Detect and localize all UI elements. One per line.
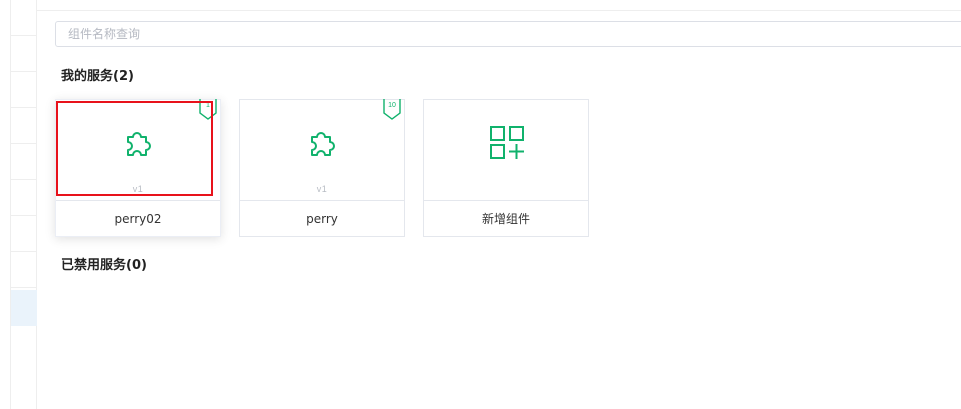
service-card-perry[interactable]: v1 10 perry: [239, 99, 405, 237]
badge-count: 10: [388, 102, 396, 109]
add-component-card[interactable]: 新增组件: [423, 99, 589, 237]
service-card-perry02[interactable]: v1 1 perry02: [55, 99, 221, 237]
sidebar-item[interactable]: [11, 36, 37, 72]
card-name[interactable]: 新增组件: [424, 201, 588, 237]
sidebar-item[interactable]: [11, 144, 37, 180]
card-preview[interactable]: v1 10: [240, 99, 404, 201]
sidebar-item[interactable]: [11, 252, 37, 288]
card-preview[interactable]: [424, 100, 588, 201]
count-badge: 1: [199, 99, 217, 120]
disabled-services-title: 已禁用服务(0): [61, 258, 147, 273]
sidebar-item[interactable]: [11, 72, 37, 108]
search-input[interactable]: [55, 21, 961, 47]
my-services-title: 我的服务(2): [61, 69, 134, 84]
header-divider: [37, 10, 961, 11]
puzzle-icon: [127, 132, 151, 156]
badge-count: 1: [206, 102, 210, 109]
puzzle-icon: [311, 132, 335, 156]
card-name[interactable]: perry: [240, 201, 404, 237]
sidebar-item[interactable]: [11, 180, 37, 216]
sidebar: [10, 0, 37, 409]
sidebar-item[interactable]: [11, 216, 37, 252]
version-label: v1: [316, 184, 328, 194]
sidebar-item[interactable]: [11, 108, 37, 144]
count-badge: 10: [383, 99, 401, 120]
add-component-icon: [490, 126, 524, 159]
sidebar-item-active[interactable]: [11, 290, 37, 326]
sidebar-item[interactable]: [11, 0, 37, 36]
version-label: v1: [132, 184, 144, 194]
card-preview[interactable]: v1 1: [56, 99, 220, 201]
card-name[interactable]: perry02: [56, 201, 220, 237]
